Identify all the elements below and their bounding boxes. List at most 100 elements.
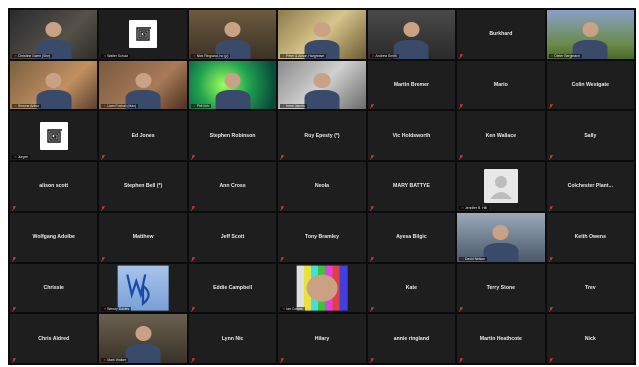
participant-name: Lynn Nic — [221, 335, 244, 342]
participant-tile[interactable]: ✕Christine Gwen (She) — [10, 10, 98, 59]
participant-tile[interactable]: Sally — [546, 111, 634, 161]
participant-label-text: Liam Foxhall (Max) — [107, 104, 137, 109]
participant-tile[interactable]: ✕Simone Arthur — [10, 60, 98, 110]
participant-tile[interactable]: ✕Wendy Davies — [99, 263, 187, 313]
participant-tile[interactable]: ✕Liam Foxhall (Max) — [99, 60, 187, 110]
muted-mic-icon — [548, 155, 553, 161]
muted-mic-icon — [12, 358, 16, 363]
participant-tile[interactable]: Trev — [546, 263, 634, 313]
participant-name: Ed Jones — [131, 132, 155, 139]
participant-label-text: Christine Gwen (She) — [17, 53, 51, 58]
participant-name: Trev — [584, 284, 596, 291]
participant-name: Mario — [493, 82, 508, 89]
muted-mic-icon — [12, 205, 16, 211]
participant-tile[interactable]: Colchester Plant... — [546, 162, 634, 211]
participant-tile[interactable]: ✕Andrew Smith — [367, 10, 456, 59]
participant-label-text: Peter & Alison Hargreave — [286, 53, 325, 58]
participant-tile[interactable]: Roy Epesty (*) — [278, 111, 366, 161]
participant-label: ✕Mark Walker — [101, 358, 129, 362]
participant-name: Martin Bremer — [393, 82, 429, 89]
participant-label-text: Andrew Smith — [375, 53, 397, 58]
muted-mic-icon — [280, 358, 285, 363]
muted-mic-icon: ✕ — [14, 155, 17, 160]
participant-tile[interactable]: Nick — [546, 314, 634, 363]
muted-mic-icon — [369, 205, 374, 211]
participant-label: ✕Nick Ringland, ho (p) — [190, 53, 231, 58]
muted-mic-icon: ✕ — [14, 104, 17, 109]
participant-tile[interactable]: ✕Peter & Alison Hargreave — [278, 10, 366, 59]
participant-name: Ken Wallace — [485, 132, 517, 139]
participant-tile[interactable]: Ed Jones — [99, 111, 187, 161]
participant-tile[interactable]: Ann Cross — [188, 162, 277, 211]
muted-mic-icon — [548, 307, 553, 313]
participant-tile[interactable]: Tony Bramley — [278, 212, 366, 262]
muted-mic-icon — [190, 307, 195, 313]
participant-tile[interactable]: Ken Wallace — [457, 111, 545, 161]
participant-tile[interactable]: ✕Irene James — [278, 60, 366, 110]
participant-name: MARY BATTYE — [393, 183, 430, 190]
participant-tile[interactable]: Lynn Nic — [188, 314, 277, 363]
participant-tile[interactable]: Neola — [278, 162, 366, 211]
participant-tile[interactable]: Eddie Campbell — [188, 263, 277, 313]
participant-tile[interactable]: Colin Westgate — [546, 60, 634, 110]
test-card-icon — [296, 265, 348, 311]
participant-tile[interactable]: Terry Stone — [457, 263, 545, 313]
spiral-logo-icon — [129, 20, 158, 49]
participant-tile[interactable]: alison scott — [10, 162, 98, 211]
muted-mic-icon — [548, 358, 553, 363]
participant-tile[interactable]: Martin Bremer — [367, 60, 456, 110]
participant-label-text: Walter Schulz — [107, 53, 129, 58]
muted-mic-icon: ✕ — [282, 104, 286, 109]
participant-name: Keith Owens — [574, 234, 606, 241]
participant-label: ✕Phil Kirk — [190, 104, 212, 109]
participant-tile[interactable]: Vic Holdsworth — [367, 111, 456, 161]
default-avatar-icon — [483, 169, 518, 204]
participant-tile[interactable]: Matthew — [99, 212, 187, 262]
participant-tile[interactable]: ✕Jurgen — [10, 111, 98, 161]
participant-name: Stephen Robinson — [209, 132, 256, 139]
participant-tile[interactable]: Martin Heathcote — [457, 314, 545, 363]
participant-video — [483, 225, 519, 262]
participant-tile[interactable]: ✕Dieter Bergmann — [546, 10, 634, 59]
participant-tile[interactable]: Mario — [457, 60, 545, 110]
participant-tile[interactable]: ✕Mark Walker — [99, 314, 187, 363]
participant-tile[interactable]: ✕Walter Schulz — [99, 10, 187, 59]
muted-mic-icon: ✕ — [550, 53, 554, 58]
muted-mic-icon — [101, 205, 106, 211]
muted-mic-icon — [101, 256, 106, 262]
participant-tile[interactable]: Stephen Bell (*) — [99, 162, 187, 211]
participant-tile[interactable]: Burkhard — [457, 10, 545, 59]
participant-name: Colin Westgate — [571, 82, 609, 89]
participant-tile[interactable]: MARY BATTYE — [367, 162, 456, 211]
muted-mic-icon: ✕ — [192, 104, 196, 109]
muted-mic-icon: ✕ — [461, 256, 464, 261]
participant-tile[interactable]: Keith Owens — [546, 212, 634, 262]
participant-video — [304, 72, 340, 110]
participant-name: Terry Stone — [486, 284, 516, 291]
muted-mic-icon — [548, 256, 553, 262]
participant-tile[interactable]: Stephen Robinson — [188, 111, 277, 161]
participant-tile[interactable]: ✕Nick Ringland, ho (p) — [188, 10, 277, 59]
participant-tile[interactable]: ✕Phil Kirk — [188, 60, 277, 110]
muted-mic-icon: ✕ — [103, 358, 107, 362]
participant-label-text: Phil Kirk — [196, 104, 210, 109]
participant-tile[interactable]: Kate — [367, 263, 456, 313]
participant-tile[interactable]: Hilary — [278, 314, 366, 363]
participant-tile[interactable]: Chrissie — [10, 263, 98, 313]
muted-mic-icon — [459, 358, 464, 363]
participant-tile[interactable]: ✕Jennifer B. Hill — [457, 162, 545, 211]
participant-tile[interactable]: Chris Aldred — [10, 314, 98, 363]
gallery-view: ✕Christine Gwen (She) ✕Walter Schulz ✕Nick… — [8, 8, 636, 365]
participant-tile[interactable]: annie ringland — [367, 314, 456, 363]
participant-tile[interactable]: Wolfgang Adolbe — [10, 212, 98, 262]
participant-tile[interactable]: Ayesa Bilgic — [367, 212, 456, 262]
muted-mic-icon — [459, 307, 464, 313]
muted-mic-icon — [459, 104, 464, 110]
participant-tile[interactable]: ✕David Nelson — [457, 212, 545, 262]
participant-tile[interactable]: Jeff Scott — [188, 212, 277, 262]
participant-label-text: Mark Walker — [107, 358, 127, 362]
participant-name: Roy Epesty (*) — [304, 132, 340, 139]
participant-tile[interactable]: ✕Ian Cottam — [278, 263, 366, 313]
participant-video — [36, 72, 72, 110]
muted-mic-icon — [280, 205, 285, 211]
